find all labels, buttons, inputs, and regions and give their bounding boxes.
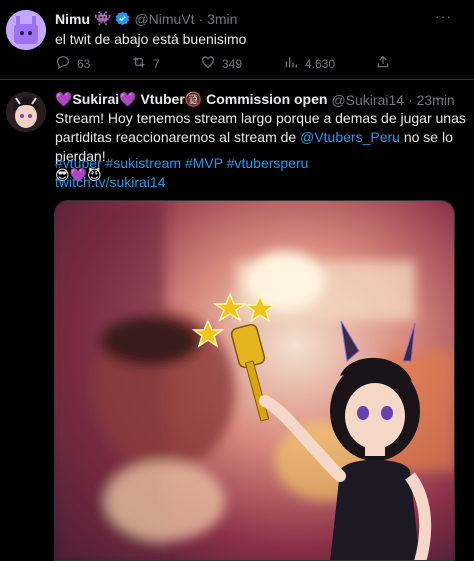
like-count: 349 [222,56,243,71]
share-icon [375,54,391,73]
hashtags[interactable]: #vtuber #sukistream #MVP #vtubersperu [55,155,308,171]
mention-link[interactable]: @Vtubers_Peru [300,129,400,145]
views-icon [283,54,299,73]
sukirai-avatar[interactable] [6,92,46,132]
tweet-time-value: 3min [207,10,238,27]
retweet-button[interactable]: 7 [131,54,160,73]
retweet-icon [131,54,147,73]
tweet-1-actions: 63 7 349 4.630 [55,54,455,72]
share-button[interactable] [375,54,391,73]
reply-button[interactable]: 63 [55,54,90,73]
author-name[interactable]: 💜Sukirai💜 Vtuber🔞 Commission open [55,91,327,108]
author-emoji: 👾 [94,10,112,26]
twitch-link[interactable]: twitch.tv/sukirai14 [55,174,165,190]
like-button[interactable]: 349 [200,54,242,73]
tweet-1-header: Nimu 👾 @NimuVt · 3min [55,10,237,27]
vtuber-illustration [55,201,454,560]
views-button[interactable]: 4.630 [283,54,335,73]
nimu-avatar[interactable] [6,10,46,50]
tweet-time: · 3min [198,10,238,27]
like-icon [200,54,216,73]
more-icon[interactable]: ··· [435,8,452,24]
retweet-count: 7 [153,56,160,71]
more-icon[interactable]: ··· [435,90,452,106]
author-handle[interactable]: @Sukirai14 [331,92,404,108]
author-handle[interactable]: @NimuVt [134,11,194,27]
author-name[interactable]: Nimu [55,11,90,27]
tweet-2-line-2a: partiditas reaccionaremos al stream de [55,129,301,145]
tweet-image[interactable] [54,200,455,561]
reply-icon [55,54,71,73]
verified-badge-icon [115,11,130,26]
views-count: 4.630 [305,56,336,71]
reply-count: 63 [77,56,91,71]
tweet-2-line-1: Stream! Hoy tenemos stream largo porque … [55,110,466,126]
tweet-2-header: 💜Sukirai💜 Vtuber🔞 Commission open @Sukir… [55,91,455,108]
tweet-1-text: el twit de abajo está buenisimo [55,31,247,47]
tweet-1[interactable]: Nimu 👾 @NimuVt · 3min ··· el twit de aba… [0,0,474,80]
